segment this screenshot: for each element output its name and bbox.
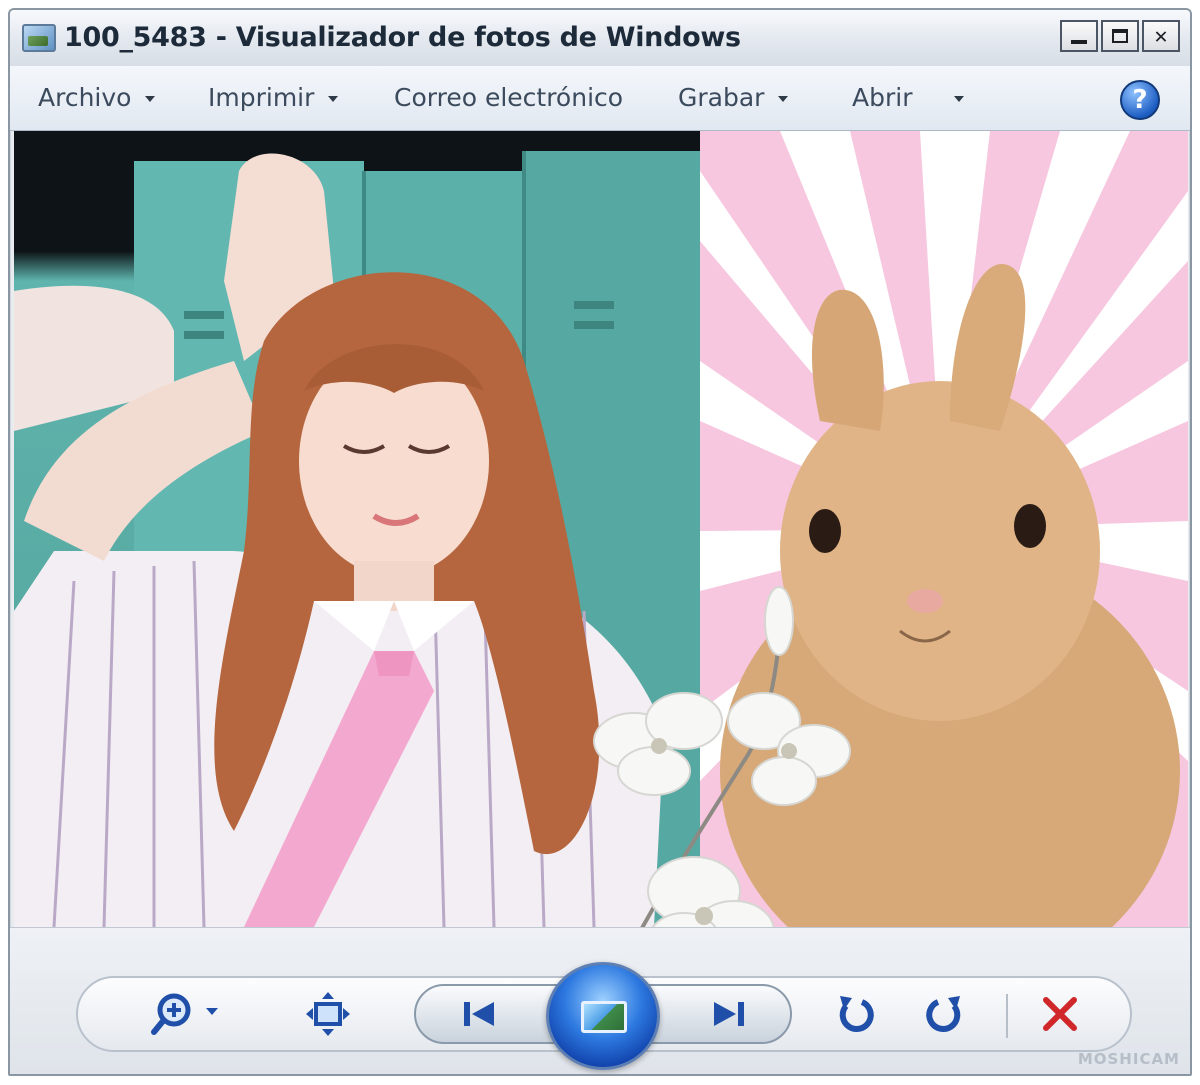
menu-grabar-label: Grabar	[678, 83, 765, 112]
slideshow-icon	[581, 1001, 627, 1033]
menu-correo-label: Correo electrónico	[394, 83, 624, 112]
chevron-down-icon	[328, 96, 339, 102]
rotate-clockwise-icon	[926, 996, 961, 1032]
watermark: MOSHICAM	[1077, 1050, 1180, 1068]
photo-viewer-app-icon	[22, 24, 56, 52]
previous-button[interactable]	[450, 990, 510, 1038]
title-bar[interactable]: 100_5483 - Visualizador de fotos de Wind…	[10, 10, 1190, 67]
menu-archivo-label: Archivo	[38, 83, 132, 112]
rotate-clockwise-button[interactable]	[920, 990, 968, 1038]
menu-imprimir-label: Imprimir	[208, 83, 315, 112]
photo-viewer-window: 100_5483 - Visualizador de fotos de Wind…	[8, 8, 1192, 1076]
menu-imprimir[interactable]: Imprimir	[208, 78, 339, 118]
close-icon: ✕	[1154, 23, 1168, 49]
zoom-button[interactable]	[150, 990, 234, 1038]
menu-abrir-label: Abrir	[852, 83, 913, 112]
chevron-down-icon	[145, 96, 156, 102]
menu-bar: Archivo Imprimir Correo electrónico Grab…	[10, 66, 1190, 131]
minimize-button[interactable]	[1060, 20, 1098, 52]
next-icon	[714, 1002, 744, 1026]
maximize-icon	[1112, 29, 1128, 43]
toolbar-separator	[1006, 994, 1008, 1038]
fit-to-window-button[interactable]	[304, 990, 352, 1038]
previous-icon	[464, 1002, 494, 1026]
help-icon[interactable]: ?	[1120, 80, 1160, 120]
next-button[interactable]	[700, 990, 760, 1038]
window-title: 100_5483 - Visualizador de fotos de Wind…	[64, 22, 741, 53]
close-button[interactable]: ✕	[1142, 20, 1180, 52]
menu-grabar[interactable]: Grabar	[678, 78, 789, 118]
menu-archivo[interactable]: Archivo	[38, 78, 156, 118]
slideshow-button[interactable]	[546, 962, 660, 1070]
minimize-icon	[1071, 40, 1087, 44]
chevron-down-icon	[954, 96, 965, 102]
fit-to-window-icon	[306, 992, 350, 1036]
menu-abrir[interactable]: Abrir	[852, 78, 965, 118]
rotate-counterclockwise-button[interactable]	[832, 990, 880, 1038]
window-controls: ✕	[1057, 20, 1180, 54]
rotate-counterclockwise-icon	[839, 996, 874, 1032]
flower-decoration	[593, 586, 851, 927]
chevron-down-icon	[778, 96, 789, 102]
delete-button[interactable]	[1036, 990, 1084, 1038]
maximize-button[interactable]	[1101, 20, 1139, 52]
zoom-icon	[151, 993, 218, 1035]
bottom-toolbar: MOSHICAM	[10, 927, 1190, 1074]
menu-correo-electronico[interactable]: Correo electrónico	[394, 78, 623, 118]
photo-display	[14, 131, 1188, 927]
delete-icon	[1043, 997, 1077, 1031]
